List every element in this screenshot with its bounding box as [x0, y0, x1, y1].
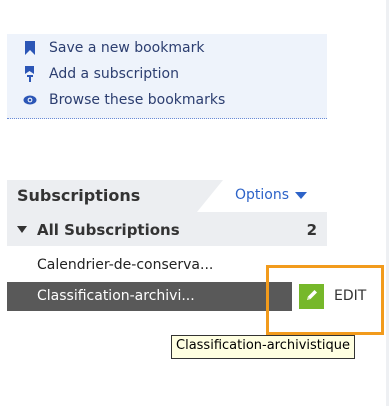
- chevron-down-icon: [295, 191, 308, 199]
- pencil-icon: [305, 287, 319, 306]
- add-subscription-link[interactable]: Add a subscription: [23, 64, 179, 84]
- subscriptions-header: Subscriptions Options: [7, 180, 327, 212]
- subscription-icon: [23, 66, 37, 82]
- tab-slope: [197, 180, 223, 212]
- eye-icon: [23, 92, 37, 108]
- bookmark-actions-box: Save a new bookmark Add a subscription B…: [7, 34, 327, 119]
- subscription-item-label: Calendrier-de-conserva...: [37, 257, 214, 273]
- subscriptions-title: Subscriptions: [17, 186, 141, 205]
- save-bookmark-link[interactable]: Save a new bookmark: [23, 38, 204, 58]
- caret-down-icon[interactable]: [17, 226, 27, 233]
- edit-button[interactable]: [299, 284, 324, 309]
- subscriptions-tab: Subscriptions: [7, 180, 197, 212]
- edit-link[interactable]: EDIT: [334, 288, 366, 304]
- subscription-item[interactable]: Calendrier-de-conserva...: [7, 251, 327, 279]
- bookmark-icon: [23, 40, 37, 56]
- add-subscription-label: Add a subscription: [49, 66, 179, 82]
- subscription-count: 2: [306, 221, 317, 239]
- browse-bookmarks-link[interactable]: Browse these bookmarks: [23, 90, 225, 110]
- edit-control: EDIT: [295, 282, 385, 311]
- browse-bookmarks-label: Browse these bookmarks: [49, 92, 226, 108]
- subscription-item-selected[interactable]: Classification-archivi...: [7, 282, 292, 311]
- save-bookmark-label: Save a new bookmark: [49, 40, 205, 56]
- subscription-item-label: Classification-archivi...: [37, 288, 195, 304]
- options-label: Options: [235, 187, 290, 203]
- subscription-tooltip: Classification-archivistique: [171, 335, 356, 359]
- all-subscriptions-label: All Subscriptions: [37, 221, 180, 239]
- options-menu-button[interactable]: Options: [235, 187, 308, 203]
- all-subscriptions-row[interactable]: All Subscriptions 2: [7, 212, 327, 246]
